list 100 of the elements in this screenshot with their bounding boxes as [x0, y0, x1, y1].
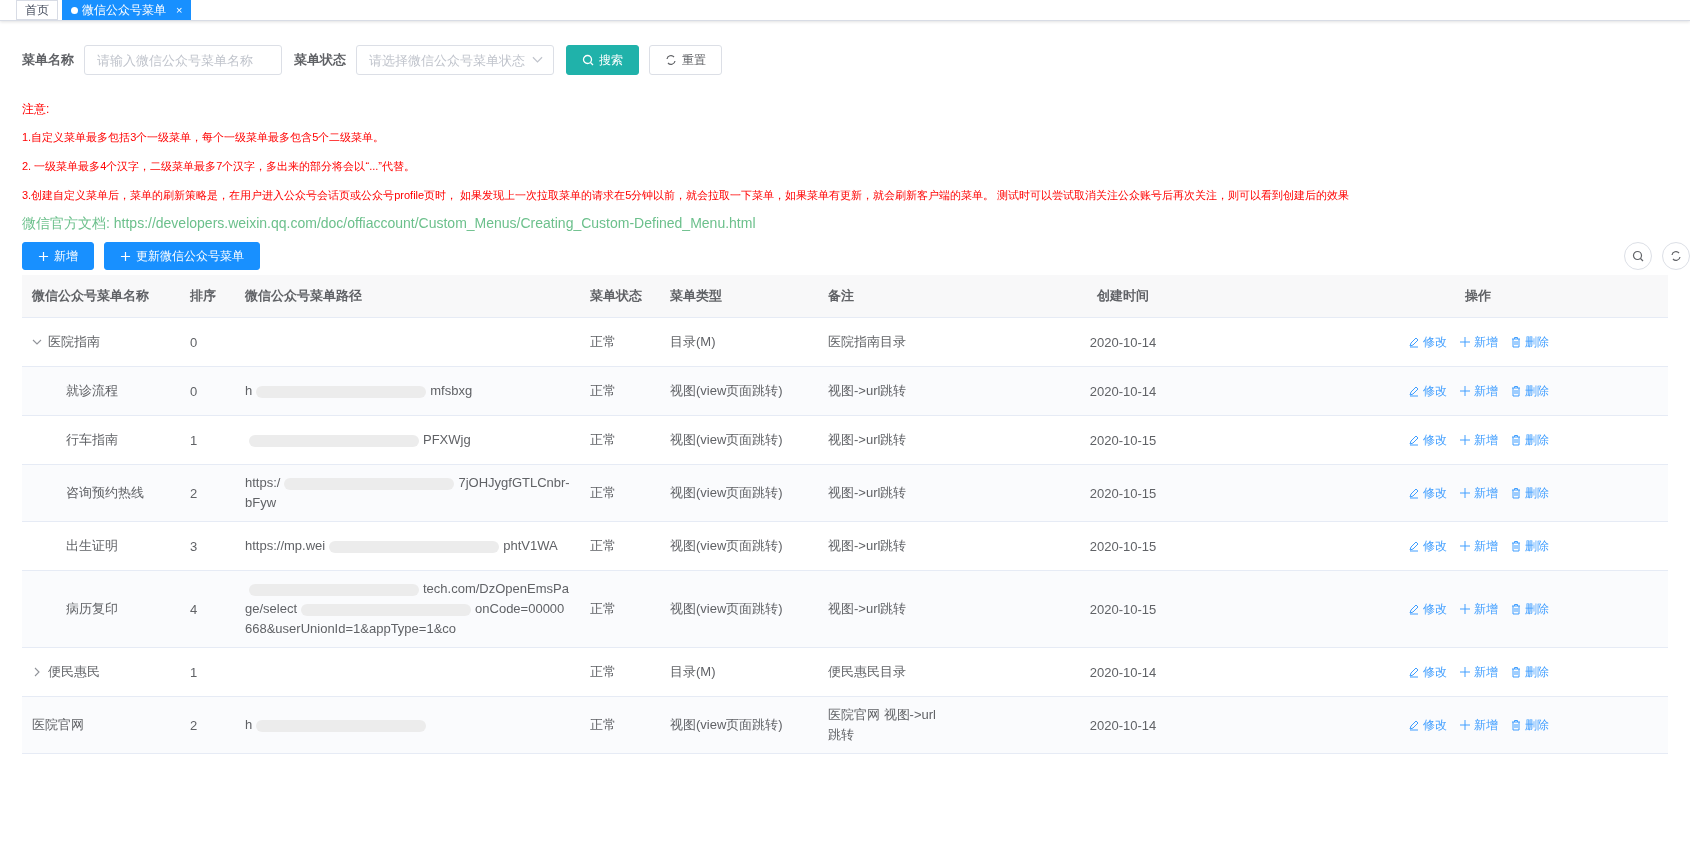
table-cell: 视图(view页面跳转) — [670, 600, 783, 618]
table-cell: 正常 — [590, 484, 616, 502]
trash-icon — [1509, 540, 1522, 552]
input-field[interactable]: 请输入微信公众号菜单名称 — [84, 45, 282, 75]
action-link[interactable]: 删除 — [1509, 382, 1549, 400]
action-link[interactable]: 删除 — [1509, 716, 1549, 734]
close-icon[interactable]: × — [176, 1, 183, 19]
search-button[interactable] — [1624, 242, 1652, 270]
action-link[interactable]: 新增 — [1458, 431, 1498, 449]
table-cell: 2020-10-15 — [1089, 485, 1157, 501]
table-cell-text: 视图->url跳转 — [828, 431, 907, 449]
pencil-icon — [1407, 603, 1420, 615]
add-button[interactable]: 新增 — [22, 242, 94, 270]
reset-button[interactable]: 重置 — [649, 45, 722, 75]
action-link[interactable]: 修改 — [1407, 484, 1447, 502]
search-icon — [1632, 250, 1644, 262]
pencil-icon — [1407, 434, 1420, 446]
action-link[interactable]: 新增 — [1458, 600, 1498, 618]
table-cell-text: 视图->url跳转 — [828, 600, 907, 618]
column-header: 创建时间 — [1097, 287, 1149, 305]
action-link[interactable]: 修改 — [1407, 333, 1447, 351]
table-cell: 正常 — [590, 663, 616, 681]
action-link[interactable]: 删除 — [1509, 537, 1549, 555]
pencil-icon — [1407, 385, 1420, 397]
action-link[interactable]: 修改 — [1407, 382, 1447, 400]
notice-text: 3.创建自定义菜单后，菜单的刷新策略是，在用户进入公众号会话页或公众号profile页时， 如果发现上一次拉取菜单的请求在5分钟以前，就会拉取一下菜单，如果菜单有更新，就会刷新客户端的菜单。 测试时可以尝试取消关注公众账号后再次关注，则可以看到创建后的效果 — [22, 188, 1351, 203]
column-header: 微信公众号菜单名称 — [32, 287, 149, 305]
table-cell: 视图(view页面跳转) — [670, 431, 783, 449]
table-cell: 4 — [190, 601, 198, 617]
table-cell: 2020-10-15 — [1089, 601, 1157, 617]
pencil-icon — [1407, 540, 1420, 552]
plus-icon — [1458, 434, 1471, 446]
table-cell: 目录(M) — [670, 663, 716, 681]
table-cell: 医院指南 — [48, 333, 100, 351]
notice-text: 2. 一级菜单最多4个汉字，二级菜单最多7个汉字，多出来的部分将会以“...”代替。 — [22, 159, 416, 174]
action-link[interactable]: 新增 — [1458, 382, 1498, 400]
plus-icon — [120, 250, 131, 262]
table-cell: 正常 — [590, 537, 616, 555]
action-link[interactable]: 删除 — [1509, 333, 1549, 351]
doc-link[interactable]: https://developers.weixin.qq.com/doc/offiaccount/Custom_Menus/Creating_Custom-Defined_Menu.html — [113, 215, 756, 231]
table-cell: 正常 — [590, 431, 616, 449]
action-link[interactable]: 删除 — [1509, 431, 1549, 449]
table-cell-text: tech.com/DzOpenEmsPage/select onCode=00000668&userUnionId=1&appType=1&co — [245, 580, 570, 638]
plus-icon — [1458, 719, 1471, 731]
column-header: 排序 — [190, 287, 216, 305]
action-link[interactable]: 删除 — [1509, 600, 1549, 618]
action-link[interactable]: 新增 — [1458, 333, 1498, 351]
table-cell: PFXWjg — [245, 430, 471, 450]
column-header: 菜单类型 — [670, 287, 722, 305]
action-link[interactable]: 修改 — [1407, 537, 1447, 555]
action-link[interactable]: 修改 — [1407, 600, 1447, 618]
action-link[interactable]: 删除 — [1509, 484, 1549, 502]
refresh-icon — [1670, 250, 1682, 262]
select-field[interactable]: 请选择微信公众号菜单状态 — [356, 45, 554, 75]
table-cell: 正常 — [590, 716, 616, 734]
column-header: 操作 — [1465, 287, 1491, 305]
pencil-icon — [1407, 719, 1420, 731]
refresh-icon — [665, 54, 677, 66]
table-cell: 0 — [190, 383, 198, 399]
table-cell: 2020-10-15 — [1089, 432, 1157, 448]
table-cell: 视图(view页面跳转) — [670, 484, 783, 502]
table-cell-text: https:/ 7jOHJygfGTLCnbr-bFyw — [245, 474, 570, 512]
trash-icon — [1509, 719, 1522, 731]
action-link[interactable]: 修改 — [1407, 663, 1447, 681]
trash-icon — [1509, 666, 1522, 678]
table-cell: 1 — [190, 432, 198, 448]
search-button[interactable]: 搜索 — [566, 45, 639, 75]
search-icon — [582, 54, 594, 66]
action-link[interactable]: 修改 — [1407, 431, 1447, 449]
update-menu-button[interactable]: 更新微信公众号菜单 — [104, 242, 260, 270]
notice-text: 1.自定义菜单最多包括3个一级菜单，每个一级菜单最多包含5个二级菜单。 — [22, 130, 386, 145]
table-cell-text: 视图->url跳转 — [828, 537, 907, 555]
table-cell: 病历复印 — [66, 600, 118, 618]
table-cell-text: 医院指南目录 — [828, 333, 906, 351]
table-cell: 2 — [190, 717, 198, 733]
action-link[interactable]: 新增 — [1458, 663, 1498, 681]
action-link[interactable]: 删除 — [1509, 663, 1549, 681]
trash-icon — [1509, 603, 1522, 615]
table-cell: 目录(M) — [670, 333, 716, 351]
page-tab[interactable]: 首页 — [16, 0, 58, 20]
plus-icon — [1458, 336, 1471, 348]
column-header: 备注 — [828, 287, 854, 305]
table-cell-text: h mfsbxg — [245, 382, 473, 400]
column-header: 菜单状态 — [590, 287, 642, 305]
doc-label: 微信官方文档: — [22, 215, 110, 231]
table-cell-text: 视图->url跳转 — [828, 484, 907, 502]
table-cell: 2020-10-14 — [1089, 717, 1157, 733]
table-cell: 0 — [190, 334, 198, 350]
table-cell: 医院官网 — [32, 716, 84, 734]
action-link[interactable]: 新增 — [1458, 484, 1498, 502]
filter-label: 菜单名称 — [22, 51, 74, 69]
page-tab[interactable]: 微信公众号菜单 × — [62, 0, 192, 20]
table-cell: 便民惠民 — [48, 663, 100, 681]
refresh-button[interactable] — [1662, 242, 1690, 270]
pencil-icon — [1407, 336, 1420, 348]
action-link[interactable]: 新增 — [1458, 537, 1498, 555]
action-link[interactable]: 新增 — [1458, 716, 1498, 734]
table-cell: 2020-10-15 — [1089, 538, 1157, 554]
plus-icon — [1458, 666, 1471, 678]
action-link[interactable]: 修改 — [1407, 716, 1447, 734]
